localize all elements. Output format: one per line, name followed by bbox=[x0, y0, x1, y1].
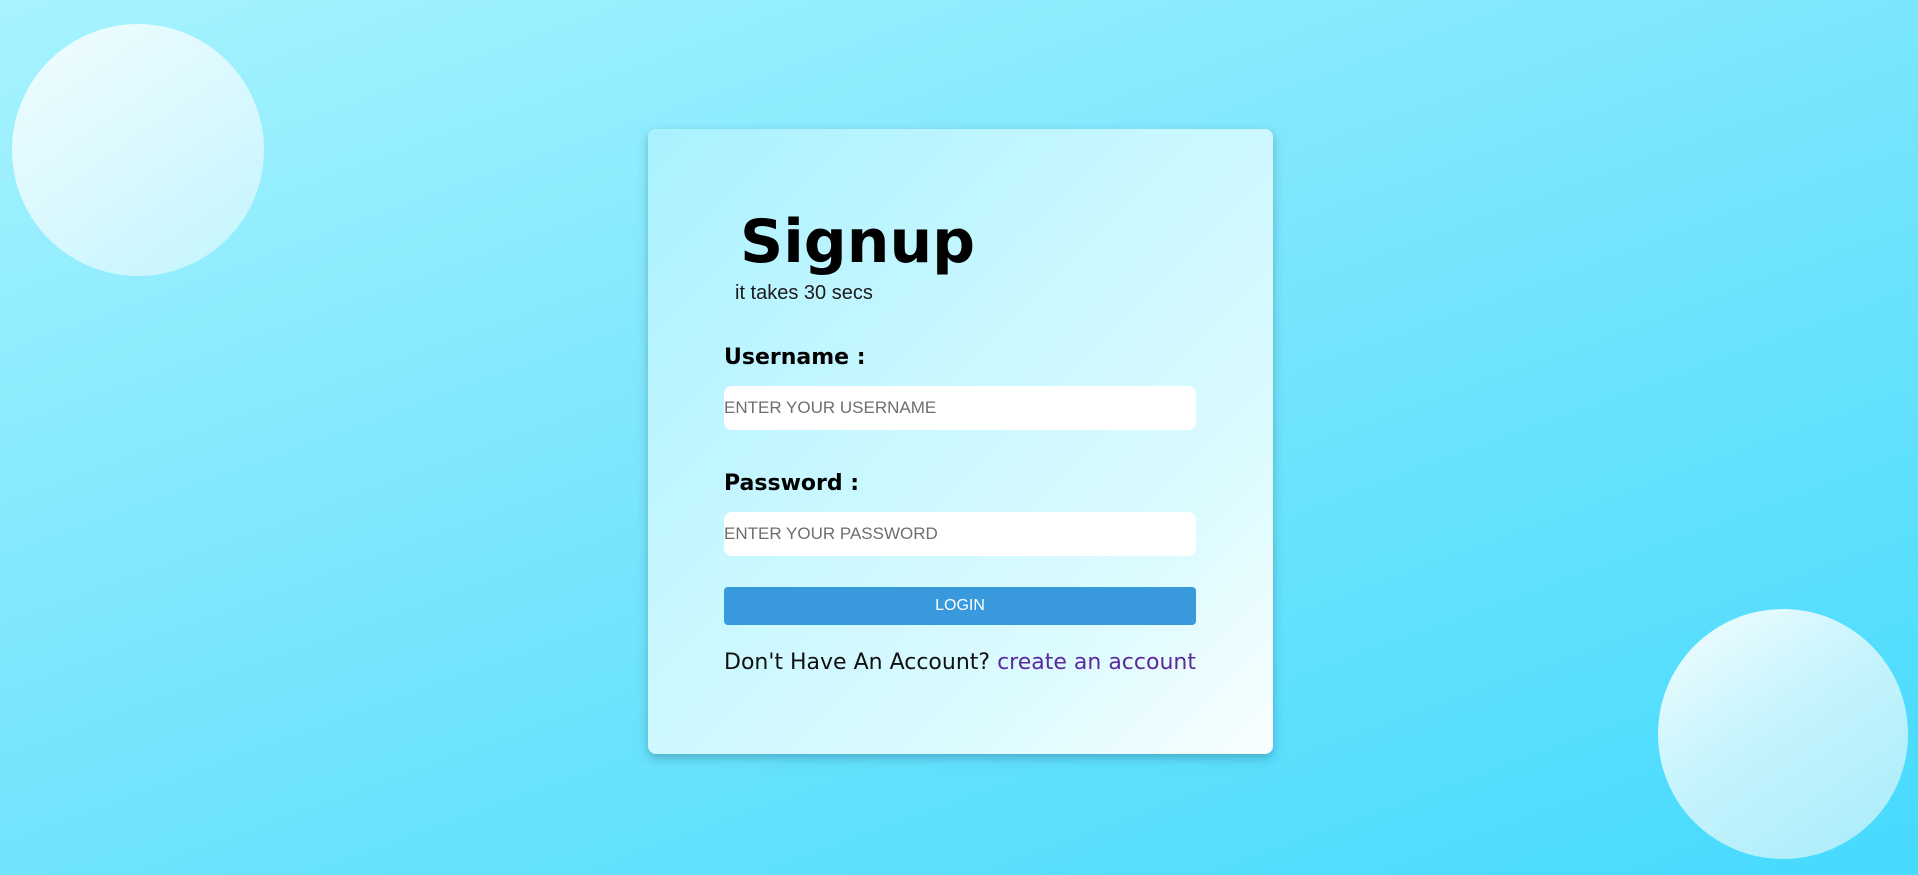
username-input[interactable] bbox=[724, 386, 1196, 430]
decorative-circle-bottom-right bbox=[1658, 609, 1908, 859]
signup-card: Signup it takes 30 secs Username : Passw… bbox=[648, 129, 1273, 754]
username-label: Username : bbox=[724, 345, 866, 370]
page-subtitle: it takes 30 secs bbox=[735, 282, 873, 304]
create-account-link[interactable]: create an account bbox=[997, 650, 1196, 675]
login-button[interactable]: LOGIN bbox=[724, 587, 1196, 625]
account-prompt: Don't Have An Account? bbox=[724, 650, 991, 675]
password-input[interactable] bbox=[724, 512, 1196, 556]
create-account-row: Don't Have An Account? create an account bbox=[724, 650, 1196, 675]
password-label: Password : bbox=[724, 471, 860, 496]
page-title: Signup bbox=[740, 207, 976, 277]
decorative-circle-top-left bbox=[12, 24, 264, 276]
